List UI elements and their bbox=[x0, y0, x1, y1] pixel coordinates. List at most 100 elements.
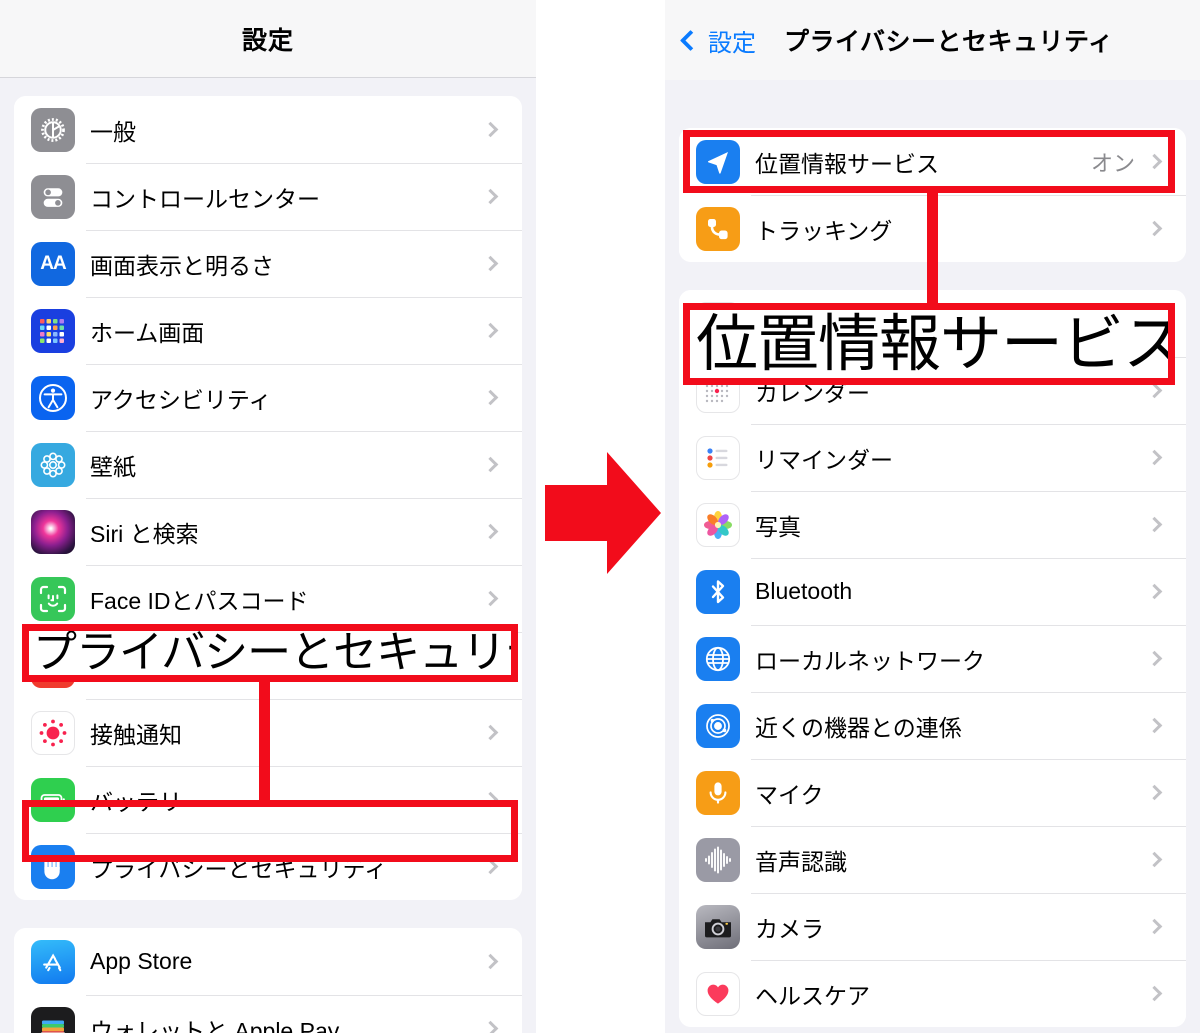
accessibility-icon bbox=[31, 375, 75, 420]
chevron-right-icon bbox=[1146, 851, 1163, 868]
privacy-item-speech-recognition[interactable]: 音声認識 bbox=[679, 826, 1186, 893]
sidebar-item-siri-search[interactable]: Siri と検索 bbox=[14, 498, 522, 565]
sidebar-item-label: コントロールセンター bbox=[90, 185, 320, 212]
sidebar-item-face-id[interactable]: Face IDとパスコード bbox=[14, 565, 522, 632]
privacy-item-bluetooth[interactable]: Bluetooth bbox=[679, 558, 1186, 625]
sidebar-item-label: 接触通知 bbox=[90, 721, 182, 748]
highlight-box-location-services-row bbox=[683, 130, 1175, 193]
chevron-right-icon bbox=[1146, 985, 1163, 1002]
chevron-right-icon bbox=[1146, 583, 1163, 600]
wallpaper-icon bbox=[31, 442, 75, 487]
camera-icon bbox=[696, 904, 740, 949]
wallet-icon bbox=[31, 1006, 75, 1033]
chevron-right-icon bbox=[482, 389, 499, 406]
privacy-item-microphone[interactable]: マイク bbox=[679, 759, 1186, 826]
reminders-icon bbox=[696, 435, 740, 480]
callout-connector-line-left bbox=[259, 675, 270, 805]
chevron-right-icon bbox=[482, 188, 499, 205]
privacy-item-label: Bluetooth bbox=[755, 578, 853, 604]
microphone-icon bbox=[696, 770, 740, 815]
chevron-right-icon bbox=[1146, 382, 1163, 399]
privacy-item-label: トラッキング bbox=[755, 217, 893, 244]
chevron-right-icon bbox=[482, 724, 499, 741]
sidebar-item-label: アクセシビリティ bbox=[90, 386, 272, 413]
left-phone-panel: 設定 一般 コントロールセンター AA 画面表示と明るさ ホーム画面 アクセシビ… bbox=[0, 0, 536, 1033]
chevron-right-icon bbox=[1146, 220, 1163, 237]
sidebar-item-general[interactable]: 一般 bbox=[14, 96, 522, 163]
privacy-item-label: 音声認識 bbox=[755, 848, 847, 875]
privacy-item-label: マイク bbox=[755, 781, 824, 808]
right-navigation-bar: 設定 プライバシーとセキュリティ bbox=[665, 0, 1200, 80]
sidebar-item-control-center[interactable]: コントロールセンター bbox=[14, 163, 522, 230]
siri-icon bbox=[31, 509, 75, 554]
chevron-right-icon bbox=[482, 255, 499, 272]
callout-connector-line-right bbox=[927, 190, 938, 310]
chevron-right-icon bbox=[482, 456, 499, 473]
privacy-item-health[interactable]: ヘルスケア bbox=[679, 960, 1186, 1027]
exposure-notification-icon bbox=[31, 710, 75, 755]
chevron-right-icon bbox=[482, 953, 499, 970]
sidebar-item-label: App Store bbox=[90, 948, 193, 974]
tracking-icon bbox=[696, 206, 740, 251]
sidebar-item-label: 一般 bbox=[90, 118, 136, 145]
privacy-item-local-network[interactable]: ローカルネットワーク bbox=[679, 625, 1186, 692]
sidebar-item-display-brightness[interactable]: AA 画面表示と明るさ bbox=[14, 230, 522, 297]
sidebar-item-label: ホーム画面 bbox=[90, 319, 205, 346]
privacy-item-label: 写真 bbox=[755, 513, 801, 540]
chevron-right-icon bbox=[1146, 784, 1163, 801]
sidebar-item-label: Face IDとパスコード bbox=[90, 587, 309, 614]
callout-box-privacy-security: プライバシーとセキュリティ bbox=[22, 624, 518, 682]
privacy-list-group-apps: 連絡先 カレンダー bbox=[679, 290, 1186, 1027]
chevron-right-icon bbox=[482, 1020, 499, 1033]
privacy-item-label: リマインダー bbox=[755, 446, 893, 473]
chevron-right-icon bbox=[482, 523, 499, 540]
display-brightness-icon: AA bbox=[31, 241, 75, 286]
privacy-item-label: ヘルスケア bbox=[755, 982, 870, 1009]
privacy-item-label: カメラ bbox=[755, 915, 824, 942]
left-navigation-bar: 設定 bbox=[0, 0, 536, 78]
highlight-box-privacy-security-row bbox=[22, 800, 518, 862]
back-chevron-icon[interactable] bbox=[679, 29, 702, 51]
right-phone-panel: 設定 プライバシーとセキュリティ 位置情報サービス オン トラッキング カレンダ… bbox=[665, 0, 1200, 1033]
nearby-interaction-icon bbox=[696, 703, 740, 748]
chevron-right-icon bbox=[1146, 717, 1163, 734]
back-button-label[interactable]: 設定 bbox=[708, 23, 756, 58]
chevron-right-icon bbox=[1146, 650, 1163, 667]
privacy-item-photos[interactable]: 写真 bbox=[679, 491, 1186, 558]
chevron-right-icon bbox=[482, 590, 499, 607]
sidebar-item-label: Siri と検索 bbox=[90, 520, 199, 547]
sidebar-item-label: 壁紙 bbox=[90, 453, 136, 480]
sidebar-item-app-store[interactable]: App Store bbox=[14, 928, 522, 995]
app-store-icon bbox=[31, 939, 75, 984]
home-screen-icon bbox=[31, 308, 75, 353]
sidebar-item-accessibility[interactable]: アクセシビリティ bbox=[14, 364, 522, 431]
sidebar-item-wallpaper[interactable]: 壁紙 bbox=[14, 431, 522, 498]
chevron-right-icon bbox=[1146, 918, 1163, 935]
sidebar-item-wallet-apple-pay[interactable]: ウォレットと Apple Pay bbox=[14, 995, 522, 1033]
gear-icon bbox=[31, 107, 75, 152]
tutorial-screenshot: 設定 一般 コントロールセンター AA 画面表示と明るさ ホーム画面 アクセシビ… bbox=[0, 0, 1200, 1033]
privacy-item-label: ローカルネットワーク bbox=[755, 647, 985, 674]
control-center-icon bbox=[31, 174, 75, 219]
privacy-item-camera[interactable]: カメラ bbox=[679, 893, 1186, 960]
photos-icon bbox=[696, 502, 740, 547]
chevron-right-icon bbox=[1146, 516, 1163, 533]
chevron-right-icon bbox=[482, 121, 499, 138]
privacy-item-nearby-interaction[interactable]: 近くの機器との連係 bbox=[679, 692, 1186, 759]
settings-list-group-apps: App Store ウォレットと Apple Pay bbox=[14, 928, 522, 1033]
local-network-icon bbox=[696, 636, 740, 681]
page-title: 設定 bbox=[241, 26, 294, 55]
callout-text: プライバシーとセキュリティ bbox=[33, 627, 511, 678]
sidebar-item-home-screen[interactable]: ホーム画面 bbox=[14, 297, 522, 364]
page-title: プライバシーとセキュリティ bbox=[784, 28, 1114, 56]
speech-recognition-icon bbox=[696, 837, 740, 882]
flow-arrow-right-icon bbox=[545, 452, 661, 574]
privacy-item-reminders[interactable]: リマインダー bbox=[679, 424, 1186, 491]
face-id-icon bbox=[31, 576, 75, 621]
privacy-item-label: 近くの機器との連係 bbox=[755, 714, 962, 741]
callout-text: 位置情報サービス bbox=[696, 307, 1175, 380]
chevron-right-icon bbox=[1146, 449, 1163, 466]
sidebar-item-label: 画面表示と明るさ bbox=[90, 252, 274, 279]
